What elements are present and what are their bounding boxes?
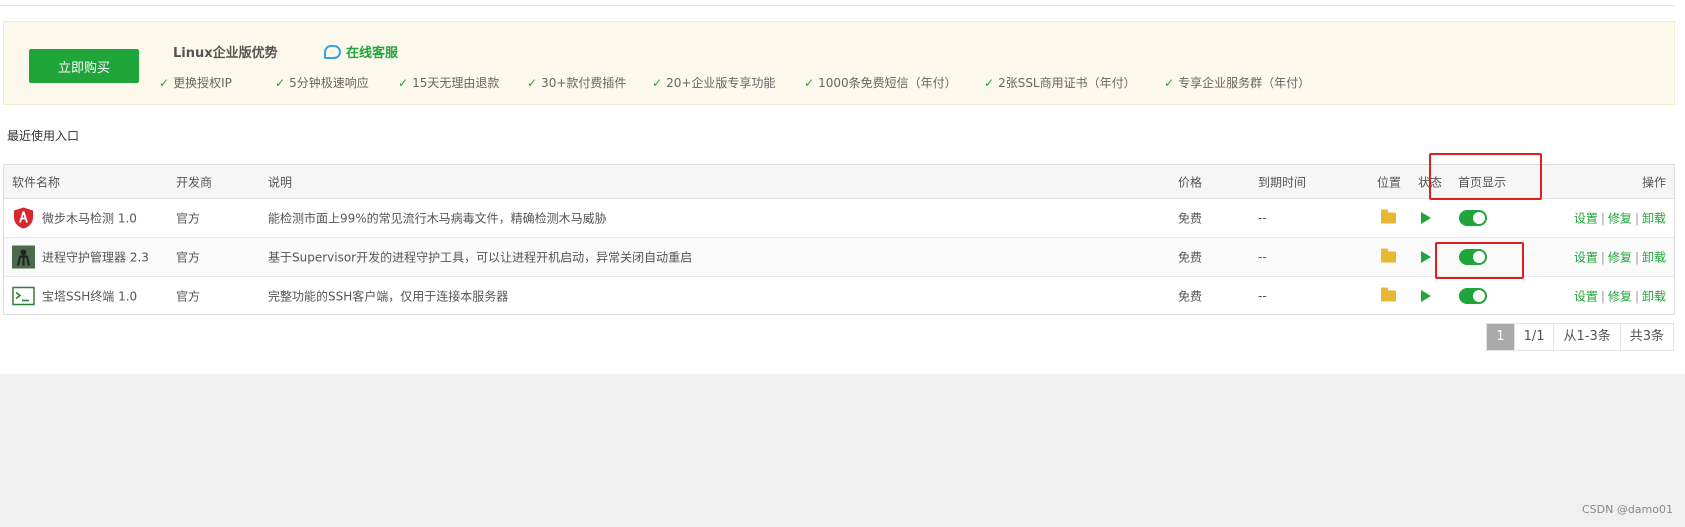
play-icon[interactable]: [1421, 212, 1431, 224]
check-icon: ✓: [804, 76, 815, 90]
homepage-header-highlight: [1429, 153, 1542, 200]
check-icon: ✓: [398, 76, 409, 90]
watermark: CSDN @damo01: [1581, 503, 1673, 516]
developer: 官方: [176, 250, 201, 265]
online-service-link[interactable]: 在线客服: [324, 42, 398, 61]
developer: 官方: [176, 211, 201, 226]
description: 完整功能的SSH客户端，仅用于连接本服务器: [268, 289, 509, 303]
software-name[interactable]: 微步木马检测 1.0: [42, 210, 137, 227]
header-location: 位置: [1377, 175, 1402, 189]
check-icon: ✓: [275, 76, 286, 90]
table-row: 进程守护管理器 2.3 官方 基于Supervisor开发的进程守护工具，可以让…: [4, 238, 1674, 277]
repair-link[interactable]: 修复: [1608, 289, 1632, 303]
enterprise-promo-banner: 立即购买 Linux企业版优势 在线客服 ✓ 更换授权IP ✓ 5分钟极速响应 ✓ 1…: [3, 21, 1675, 105]
expiry: --: [1258, 288, 1267, 303]
price: 免费: [1178, 211, 1203, 226]
shield-icon: [12, 207, 35, 230]
settings-link[interactable]: 设置: [1574, 251, 1598, 265]
developer: 官方: [176, 289, 201, 303]
software-table: 软件名称 开发商 说明 价格 到期时间 位置 状态 首页显示 操作 微步木马检测…: [3, 164, 1675, 315]
folder-icon[interactable]: [1381, 209, 1396, 224]
pagination: 1 1/1 从1-3条 共3条: [1486, 323, 1674, 351]
repair-link[interactable]: 修复: [1608, 251, 1632, 265]
header-expiry: 到期时间: [1258, 175, 1307, 189]
homepage-toggle-highlight: [1435, 242, 1524, 279]
homepage-toggle[interactable]: [1459, 287, 1487, 304]
check-icon: ✓: [527, 76, 538, 90]
settings-link[interactable]: 设置: [1574, 289, 1598, 303]
check-icon: ✓: [1164, 76, 1175, 90]
recent-entries-label: 最近使用入口: [7, 129, 80, 143]
table-row: 宝塔SSH终端 1.0 官方 完整功能的SSH客户端，仅用于连接本服务器 免费 …: [4, 277, 1674, 314]
play-icon[interactable]: [1421, 289, 1431, 302]
page-count: 1/1: [1513, 324, 1554, 350]
header-description: 说明: [268, 175, 293, 189]
row-actions: 设置 | 修复 | 卸载: [1573, 211, 1666, 226]
folder-icon[interactable]: [1381, 248, 1396, 263]
check-icon: ✓: [984, 76, 995, 90]
page-current[interactable]: 1: [1487, 324, 1514, 350]
feature-item: ✓ 5分钟极速响应: [275, 76, 369, 90]
header-developer: 开发商: [176, 175, 213, 189]
feature-item: ✓ 20+企业版专享功能: [652, 76, 776, 90]
description: 基于Supervisor开发的进程守护工具，可以让进程开机启动，异常关闭自动重启: [268, 250, 693, 265]
chat-bubble-icon: [324, 44, 341, 59]
homepage-toggle[interactable]: [1459, 210, 1487, 226]
feature-item: ✓ 专享企业服务群（年付）: [1164, 76, 1311, 90]
expiry: --: [1258, 250, 1267, 264]
feature-item: ✓ 15天无理由退款: [398, 76, 500, 90]
online-service-label: 在线客服: [346, 46, 399, 61]
uninstall-link[interactable]: 卸载: [1642, 212, 1666, 226]
folder-icon[interactable]: [1381, 287, 1396, 301]
check-icon: ✓: [159, 76, 170, 90]
feature-item: ✓ 更换授权IP: [159, 76, 232, 90]
row-actions: 设置 | 修复 | 卸载: [1573, 289, 1666, 303]
feature-item: ✓ 1000条免费短信（年付）: [804, 76, 957, 90]
table-row: 微步木马检测 1.0 官方 能检测市面上99%的常见流行木马病毒文件，精确检测木…: [4, 199, 1674, 238]
uninstall-link[interactable]: 卸载: [1642, 251, 1666, 265]
header-actions: 操作: [1641, 175, 1666, 189]
play-icon[interactable]: [1421, 251, 1431, 263]
header-price: 价格: [1178, 175, 1203, 189]
description: 能检测市面上99%的常见流行木马病毒文件，精确检测木马威胁: [268, 211, 607, 226]
table-header: 软件名称 开发商 说明 价格 到期时间 位置 状态 首页显示 操作: [4, 165, 1674, 199]
buy-now-button[interactable]: 立即购买: [29, 49, 139, 83]
page-range: 从1-3条: [1553, 324, 1620, 350]
repair-link[interactable]: 修复: [1608, 212, 1632, 226]
row-actions: 设置 | 修复 | 卸载: [1573, 250, 1666, 265]
page-total: 共3条: [1619, 324, 1673, 350]
price: 免费: [1178, 250, 1203, 265]
feature-item: ✓ 30+款付费插件: [527, 76, 627, 90]
promo-title: Linux企业版优势: [173, 46, 278, 61]
footer-area: [0, 374, 1685, 527]
uninstall-link[interactable]: 卸载: [1642, 289, 1666, 303]
settings-link[interactable]: 设置: [1574, 212, 1598, 226]
process-icon: [12, 245, 35, 269]
feature-item: ✓ 2张SSL商用证书（年付）: [984, 76, 1136, 90]
software-name[interactable]: 进程守护管理器 2.3: [42, 249, 149, 266]
check-icon: ✓: [652, 76, 663, 90]
terminal-icon: [12, 284, 35, 307]
software-name[interactable]: 宝塔SSH终端 1.0: [42, 287, 137, 304]
price: 免费: [1178, 289, 1203, 303]
expiry: --: [1258, 211, 1267, 225]
top-divider: [0, 5, 1675, 6]
header-name: 软件名称: [12, 175, 61, 189]
